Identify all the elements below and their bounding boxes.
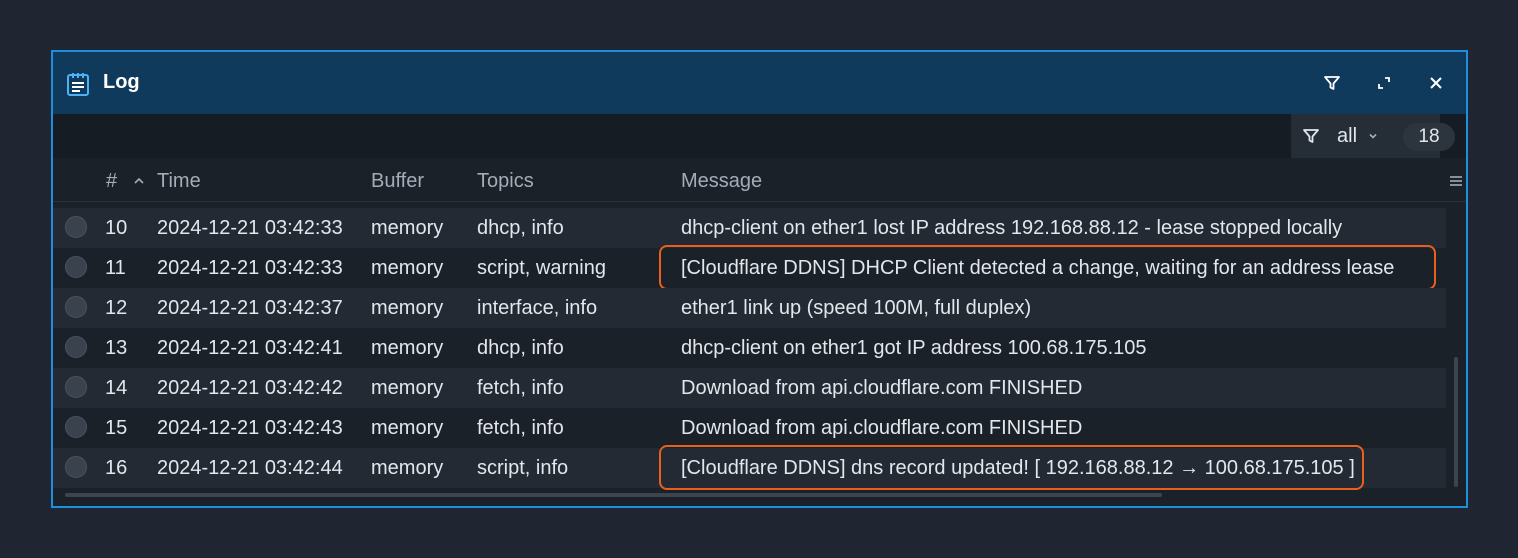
chevron-down-icon	[1369, 133, 1377, 139]
column-header-message[interactable]: Message	[681, 170, 762, 193]
table-row[interactable]: 16 2024-12-21 03:42:44 memory script, in…	[53, 445, 1446, 490]
row-select-checkbox[interactable]	[65, 256, 87, 278]
row-time: 2024-12-21 03:42:33	[157, 257, 343, 279]
row-time: 2024-12-21 03:42:44	[157, 457, 343, 479]
row-buffer: memory	[371, 457, 444, 479]
row-id: 14	[105, 377, 128, 399]
row-select-checkbox[interactable]	[65, 376, 87, 398]
close-button[interactable]	[1423, 70, 1449, 96]
filter-icon	[1303, 129, 1319, 143]
row-buffer: memory	[371, 257, 444, 279]
column-menu-icon[interactable]	[1449, 174, 1463, 188]
row-message: [Cloudflare DDNS] DHCP Client detected a…	[681, 257, 1395, 279]
log-toolbar: all 18	[53, 114, 1466, 158]
row-select-checkbox[interactable]	[65, 456, 87, 478]
row-message: ether1 link up (speed 100M, full duplex)	[681, 297, 1032, 319]
maximize-icon	[1378, 77, 1390, 89]
column-header-buffer[interactable]: Buffer	[371, 170, 424, 193]
sort-ascending-icon[interactable]	[132, 174, 146, 188]
vertical-scrollbar[interactable]	[1454, 357, 1458, 487]
row-buffer: memory	[371, 337, 444, 359]
row-message: Download from api.cloudflare.com FINISHE…	[681, 377, 1083, 399]
row-buffer: memory	[371, 417, 444, 439]
row-id: 13	[105, 337, 128, 359]
entry-count-badge: 18	[1403, 123, 1455, 151]
filter-button[interactable]	[1319, 70, 1345, 96]
table-row[interactable]: 15 2024-12-21 03:42:43 memory fetch, inf…	[53, 408, 1446, 448]
row-topics: dhcp, info	[477, 217, 564, 239]
column-header-topics[interactable]: Topics	[477, 170, 534, 193]
row-topics: fetch, info	[477, 377, 564, 399]
filter-value: all	[1337, 125, 1358, 147]
table-row[interactable]: 10 2024-12-21 03:42:33 memory dhcp, info…	[53, 208, 1446, 248]
row-select-checkbox[interactable]	[65, 336, 87, 358]
row-id: 11	[105, 257, 126, 279]
row-time: 2024-12-21 03:42:41	[157, 337, 343, 359]
table-header: # Time Buffer Topics Message	[53, 158, 1466, 202]
row-buffer: memory	[371, 297, 444, 319]
filter-icon	[1324, 76, 1340, 90]
log-table-body: 10 2024-12-21 03:42:33 memory dhcp, info…	[53, 208, 1446, 490]
column-header-id[interactable]: #	[106, 170, 117, 193]
row-id: 16	[105, 457, 128, 479]
row-message: dhcp-client on ether1 lost IP address 19…	[681, 217, 1343, 239]
table-row[interactable]: 12 2024-12-21 03:42:37 memory interface,…	[53, 288, 1446, 328]
close-icon	[1430, 77, 1442, 89]
horizontal-scrollbar[interactable]	[65, 493, 1162, 497]
table-row[interactable]: 11 2024-12-21 03:42:33 memory script, wa…	[53, 245, 1446, 290]
row-topics: interface, info	[477, 297, 598, 319]
table-row[interactable]: 14 2024-12-21 03:42:42 memory fetch, inf…	[53, 368, 1446, 408]
row-buffer: memory	[371, 377, 444, 399]
row-time: 2024-12-21 03:42:33	[157, 217, 343, 239]
row-select-checkbox[interactable]	[65, 216, 87, 238]
row-message: dhcp-client on ether1 got IP address 100…	[681, 337, 1147, 359]
row-id: 15	[105, 417, 128, 439]
column-header-time[interactable]: Time	[157, 170, 201, 193]
row-topics: fetch, info	[477, 417, 564, 439]
row-time: 2024-12-21 03:42:42	[157, 377, 343, 399]
log-notepad-icon	[67, 73, 89, 96]
row-topics: script, info	[477, 457, 569, 479]
window-title: Log	[103, 71, 140, 93]
maximize-button[interactable]	[1371, 70, 1397, 96]
row-topics: dhcp, info	[477, 337, 564, 359]
log-window: Log all 18 # Time Buffer Topics Message …	[51, 50, 1468, 508]
window-titlebar[interactable]: Log	[53, 52, 1466, 114]
row-select-checkbox[interactable]	[65, 416, 87, 438]
table-row[interactable]: 13 2024-12-21 03:42:41 memory dhcp, info…	[53, 328, 1446, 368]
row-buffer: memory	[371, 217, 444, 239]
row-id: 10	[105, 217, 128, 239]
row-topics: script, warning	[477, 257, 606, 279]
row-time: 2024-12-21 03:42:43	[157, 417, 343, 439]
row-message: Download from api.cloudflare.com FINISHE…	[681, 417, 1083, 439]
row-select-checkbox[interactable]	[65, 296, 87, 318]
row-message: [Cloudflare DDNS] dns record updated! [ …	[681, 457, 1355, 479]
row-id: 12	[105, 297, 128, 319]
row-time: 2024-12-21 03:42:37	[157, 297, 343, 319]
